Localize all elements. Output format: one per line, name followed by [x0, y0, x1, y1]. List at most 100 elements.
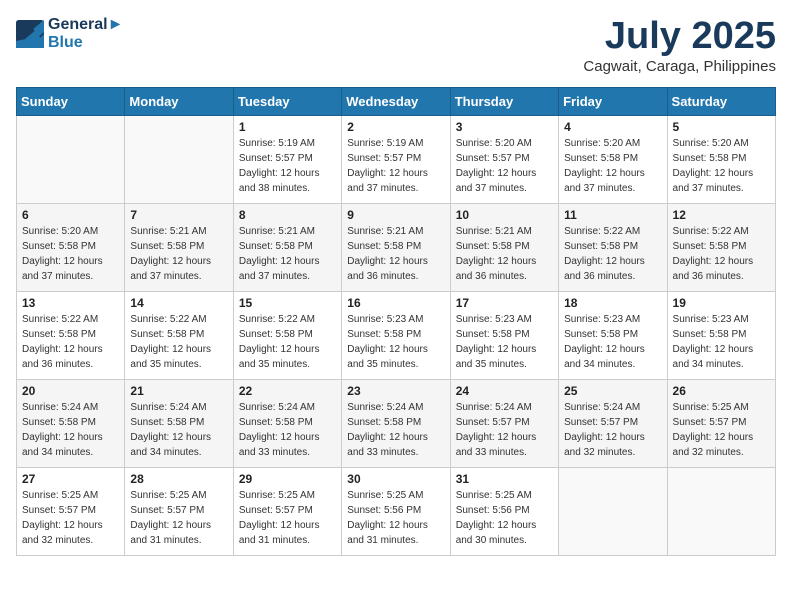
- calendar-day-cell: 22 Sunrise: 5:24 AMSunset: 5:58 PMDayligh…: [233, 379, 341, 467]
- calendar-day-cell: 6 Sunrise: 5:20 AMSunset: 5:58 PMDaylight…: [17, 203, 125, 291]
- day-number: 16: [347, 296, 444, 310]
- day-info: Sunrise: 5:25 AMSunset: 5:56 PMDaylight:…: [347, 488, 444, 548]
- day-number: 24: [456, 384, 553, 398]
- day-number: 15: [239, 296, 336, 310]
- day-info: Sunrise: 5:20 AMSunset: 5:58 PMDaylight:…: [673, 136, 770, 196]
- calendar-day-cell: 5 Sunrise: 5:20 AMSunset: 5:58 PMDaylight…: [667, 115, 775, 203]
- day-number: 26: [673, 384, 770, 398]
- day-number: 11: [564, 208, 661, 222]
- day-info: Sunrise: 5:25 AMSunset: 5:57 PMDaylight:…: [22, 488, 119, 548]
- day-info: Sunrise: 5:21 AMSunset: 5:58 PMDaylight:…: [239, 224, 336, 284]
- calendar-day-cell: 21 Sunrise: 5:24 AMSunset: 5:58 PMDayligh…: [125, 379, 233, 467]
- calendar-day-cell: 27 Sunrise: 5:25 AMSunset: 5:57 PMDayligh…: [17, 467, 125, 555]
- location-subtitle: Cagwait, Caraga, Philippines: [583, 58, 776, 75]
- weekday-header-sunday: Sunday: [17, 87, 125, 115]
- calendar-day-cell: 28 Sunrise: 5:25 AMSunset: 5:57 PMDayligh…: [125, 467, 233, 555]
- calendar-day-cell: 29Sunrise: 5:25 AMSunset: 5:57 PMDayligh…: [233, 467, 341, 555]
- day-info: Sunrise: 5:25 AMSunset: 5:56 PMDaylight:…: [456, 488, 553, 548]
- day-info: Sunrise: 5:25 AMSunset: 5:57 PMDaylight:…: [673, 400, 770, 460]
- day-info: Sunrise: 5:21 AMSunset: 5:58 PMDaylight:…: [456, 224, 553, 284]
- calendar-day-cell: 9 Sunrise: 5:21 AMSunset: 5:58 PMDaylight…: [342, 203, 450, 291]
- day-info: Sunrise: 5:25 AMSunset: 5:57 PMDaylight:…: [239, 488, 336, 548]
- weekday-header-tuesday: Tuesday: [233, 87, 341, 115]
- calendar-day-cell: [667, 467, 775, 555]
- calendar-day-cell: [559, 467, 667, 555]
- day-info: Sunrise: 5:24 AMSunset: 5:58 PMDaylight:…: [239, 400, 336, 460]
- day-info: Sunrise: 5:21 AMSunset: 5:58 PMDaylight:…: [347, 224, 444, 284]
- weekday-header-friday: Friday: [559, 87, 667, 115]
- day-number: 30: [347, 472, 444, 486]
- calendar-day-cell: 10 Sunrise: 5:21 AMSunset: 5:58 PMDayligh…: [450, 203, 558, 291]
- weekday-header-monday: Monday: [125, 87, 233, 115]
- day-info: Sunrise: 5:25 AMSunset: 5:57 PMDaylight:…: [130, 488, 227, 548]
- calendar-week-row: 6 Sunrise: 5:20 AMSunset: 5:58 PMDaylight…: [17, 203, 776, 291]
- day-number: 13: [22, 296, 119, 310]
- day-number: 10: [456, 208, 553, 222]
- day-number: 4: [564, 120, 661, 134]
- day-info: Sunrise: 5:24 AMSunset: 5:58 PMDaylight:…: [347, 400, 444, 460]
- day-number: 9: [347, 208, 444, 222]
- day-info: Sunrise: 5:23 AMSunset: 5:58 PMDaylight:…: [673, 312, 770, 372]
- logo-text: General► Blue: [48, 16, 123, 52]
- calendar-week-row: 13 Sunrise: 5:22 AMSunset: 5:58 PMDayligh…: [17, 291, 776, 379]
- calendar-day-cell: 14 Sunrise: 5:22 AMSunset: 5:58 PMDayligh…: [125, 291, 233, 379]
- calendar-day-cell: 20Sunrise: 5:24 AMSunset: 5:58 PMDayligh…: [17, 379, 125, 467]
- calendar-week-row: 1 Sunrise: 5:19 AMSunset: 5:57 PMDaylight…: [17, 115, 776, 203]
- day-number: 2: [347, 120, 444, 134]
- calendar-day-cell: 18Sunrise: 5:23 AMSunset: 5:58 PMDayligh…: [559, 291, 667, 379]
- calendar-table: SundayMondayTuesdayWednesdayThursdayFrid…: [16, 87, 776, 556]
- day-info: Sunrise: 5:23 AMSunset: 5:58 PMDaylight:…: [347, 312, 444, 372]
- day-number: 21: [130, 384, 227, 398]
- calendar-day-cell: 2 Sunrise: 5:19 AMSunset: 5:57 PMDaylight…: [342, 115, 450, 203]
- day-info: Sunrise: 5:19 AMSunset: 5:57 PMDaylight:…: [239, 136, 336, 196]
- day-info: Sunrise: 5:23 AMSunset: 5:58 PMDaylight:…: [564, 312, 661, 372]
- day-number: 31: [456, 472, 553, 486]
- day-info: Sunrise: 5:22 AMSunset: 5:58 PMDaylight:…: [673, 224, 770, 284]
- day-number: 19: [673, 296, 770, 310]
- day-number: 5: [673, 120, 770, 134]
- day-info: Sunrise: 5:24 AMSunset: 5:58 PMDaylight:…: [130, 400, 227, 460]
- day-number: 7: [130, 208, 227, 222]
- calendar-day-cell: 24 Sunrise: 5:24 AMSunset: 5:57 PMDayligh…: [450, 379, 558, 467]
- logo-icon: [16, 20, 44, 48]
- calendar-day-cell: 11Sunrise: 5:22 AMSunset: 5:58 PMDayligh…: [559, 203, 667, 291]
- day-info: Sunrise: 5:22 AMSunset: 5:58 PMDaylight:…: [239, 312, 336, 372]
- day-number: 1: [239, 120, 336, 134]
- calendar-day-cell: 15 Sunrise: 5:22 AMSunset: 5:58 PMDayligh…: [233, 291, 341, 379]
- day-number: 6: [22, 208, 119, 222]
- weekday-header-row: SundayMondayTuesdayWednesdayThursdayFrid…: [17, 87, 776, 115]
- calendar-day-cell: 16 Sunrise: 5:23 AMSunset: 5:58 PMDayligh…: [342, 291, 450, 379]
- day-number: 14: [130, 296, 227, 310]
- day-number: 22: [239, 384, 336, 398]
- day-info: Sunrise: 5:20 AMSunset: 5:58 PMDaylight:…: [22, 224, 119, 284]
- day-info: Sunrise: 5:20 AMSunset: 5:57 PMDaylight:…: [456, 136, 553, 196]
- day-number: 3: [456, 120, 553, 134]
- weekday-header-saturday: Saturday: [667, 87, 775, 115]
- calendar-day-cell: 31 Sunrise: 5:25 AMSunset: 5:56 PMDayligh…: [450, 467, 558, 555]
- day-info: Sunrise: 5:22 AMSunset: 5:58 PMDaylight:…: [130, 312, 227, 372]
- day-number: 17: [456, 296, 553, 310]
- day-number: 20: [22, 384, 119, 398]
- day-number: 12: [673, 208, 770, 222]
- calendar-day-cell: 19 Sunrise: 5:23 AMSunset: 5:58 PMDayligh…: [667, 291, 775, 379]
- day-info: Sunrise: 5:22 AMSunset: 5:58 PMDaylight:…: [22, 312, 119, 372]
- calendar-day-cell: 30 Sunrise: 5:25 AMSunset: 5:56 PMDayligh…: [342, 467, 450, 555]
- day-number: 23: [347, 384, 444, 398]
- calendar-day-cell: [125, 115, 233, 203]
- calendar-day-cell: 1 Sunrise: 5:19 AMSunset: 5:57 PMDaylight…: [233, 115, 341, 203]
- calendar-day-cell: 8 Sunrise: 5:21 AMSunset: 5:58 PMDaylight…: [233, 203, 341, 291]
- logo: General► Blue: [16, 16, 123, 52]
- calendar-day-cell: 12 Sunrise: 5:22 AMSunset: 5:58 PMDayligh…: [667, 203, 775, 291]
- day-info: Sunrise: 5:23 AMSunset: 5:58 PMDaylight:…: [456, 312, 553, 372]
- calendar-week-row: 20 Sunrise: 5:24 AMSunset: 5:58 PMDayligh…: [17, 379, 776, 467]
- page-header: General► Blue July 2025 Cagwait, Caraga,…: [16, 16, 776, 75]
- day-info: Sunrise: 5:24 AMSunset: 5:57 PMDaylight:…: [564, 400, 661, 460]
- day-number: 27: [22, 472, 119, 486]
- day-info: Sunrise: 5:21 AMSunset: 5:58 PMDaylight:…: [130, 224, 227, 284]
- calendar-day-cell: 26 Sunrise: 5:25 AMSunset: 5:57 PMDayligh…: [667, 379, 775, 467]
- day-number: 8: [239, 208, 336, 222]
- day-info: Sunrise: 5:24 AMSunset: 5:57 PMDaylight:…: [456, 400, 553, 460]
- day-info: Sunrise: 5:19 AMSunset: 5:57 PMDaylight:…: [347, 136, 444, 196]
- day-number: 28: [130, 472, 227, 486]
- calendar-day-cell: 25Sunrise: 5:24 AMSunset: 5:57 PMDayligh…: [559, 379, 667, 467]
